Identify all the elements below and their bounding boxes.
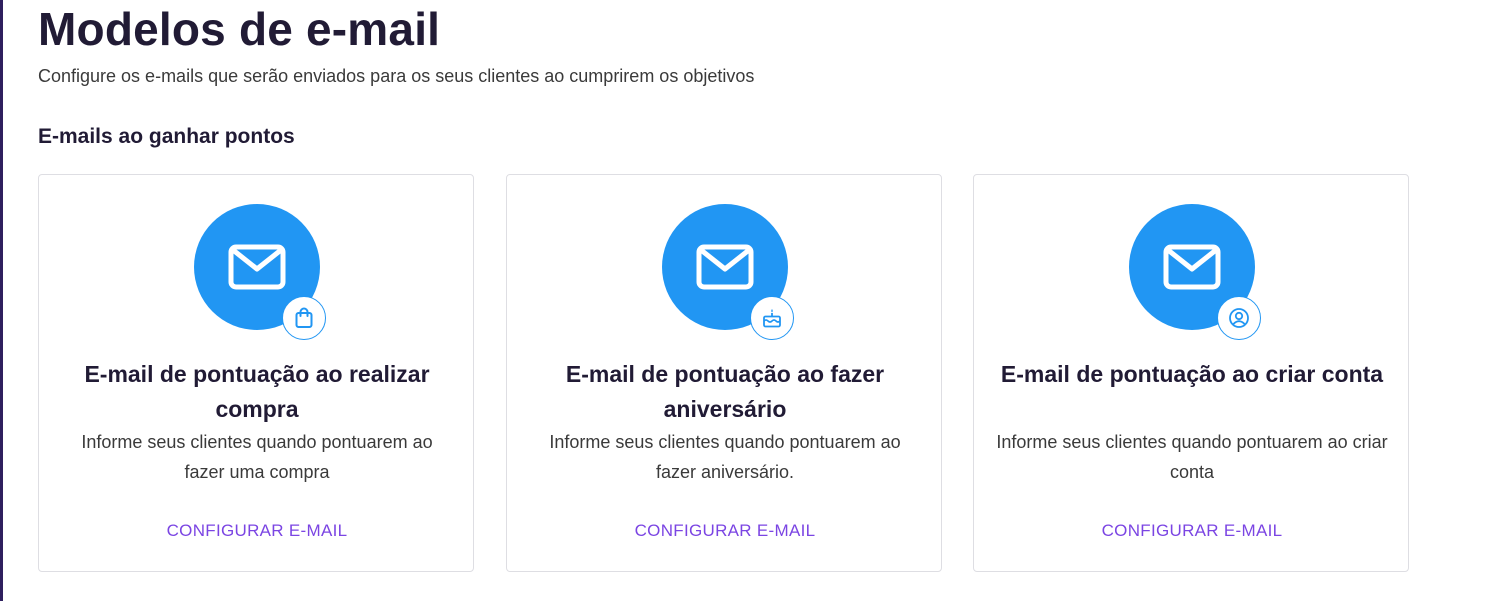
card-title: E-mail de pontuação ao fazer aniversário <box>565 361 885 422</box>
configure-email-button[interactable]: CONFIGURAR E-MAIL <box>507 521 943 541</box>
configure-email-button[interactable]: CONFIGURAR E-MAIL <box>974 521 1410 541</box>
birthday-cake-icon <box>750 296 794 340</box>
email-template-cards: E-mail de pontuação ao realizar compra I… <box>38 174 1418 574</box>
card-description: Informe seus clientes quando pontuarem a… <box>81 432 433 482</box>
email-card-birthday: E-mail de pontuação ao fazer aniversário… <box>506 174 942 572</box>
card-title: E-mail de pontuação ao realizar compra <box>84 361 430 422</box>
user-account-icon <box>1217 296 1261 340</box>
configure-email-button[interactable]: CONFIGURAR E-MAIL <box>39 521 475 541</box>
email-card-account-creation: E-mail de pontuação ao criar conta Infor… <box>973 174 1409 572</box>
card-icon-group <box>1129 204 1261 340</box>
card-title: E-mail de pontuação ao criar conta <box>1000 361 1384 387</box>
card-icon-group <box>194 204 326 340</box>
page-title: Modelos de e-mail <box>38 3 441 55</box>
page-subtitle: Configure os e-mails que serão enviados … <box>38 66 755 86</box>
card-description: Informe seus clientes quando pontuarem a… <box>996 432 1388 482</box>
section-title: E-mails ao ganhar pontos <box>38 125 295 148</box>
sidebar-edge <box>0 0 3 601</box>
shopping-bag-icon <box>282 296 326 340</box>
card-description: Informe seus clientes quando pontuarem a… <box>549 432 901 482</box>
email-card-purchase: E-mail de pontuação ao realizar compra I… <box>38 174 474 572</box>
card-icon-group <box>662 204 794 340</box>
